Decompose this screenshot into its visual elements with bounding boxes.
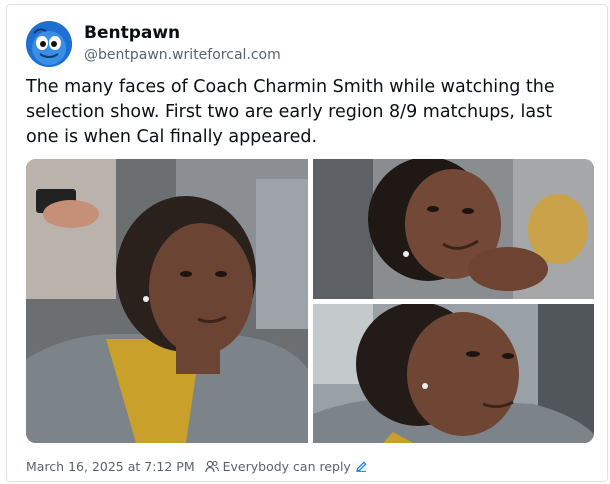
- pencil-icon[interactable]: [356, 461, 367, 472]
- photo-1-image: [26, 159, 308, 443]
- post-footer: March 16, 2025 at 7:12 PM Everybody can …: [26, 457, 371, 475]
- author-avatar[interactable]: [26, 21, 72, 67]
- image-grid: [26, 159, 594, 443]
- post-timestamp[interactable]: March 16, 2025 at 7:12 PM: [26, 459, 195, 474]
- reply-setting[interactable]: Everybody can reply: [204, 458, 371, 474]
- photo-2-image: [313, 159, 594, 299]
- photo-1[interactable]: [26, 159, 308, 443]
- photo-3-image: [313, 304, 594, 443]
- author-handle[interactable]: @bentpawn.writeforcal.com: [84, 47, 281, 63]
- avatar-face-icon: [26, 21, 72, 67]
- people-icon: [204, 460, 219, 472]
- photo-3[interactable]: [313, 304, 594, 443]
- photo-2[interactable]: [313, 159, 594, 299]
- post-card[interactable]: Bentpawn @bentpawn.writeforcal.com The m…: [6, 4, 608, 482]
- author-name[interactable]: Bentpawn: [84, 23, 180, 43]
- reply-setting-label: Everybody can reply: [222, 458, 351, 474]
- post-text: The many faces of Coach Charmin Smith wh…: [26, 77, 555, 147]
